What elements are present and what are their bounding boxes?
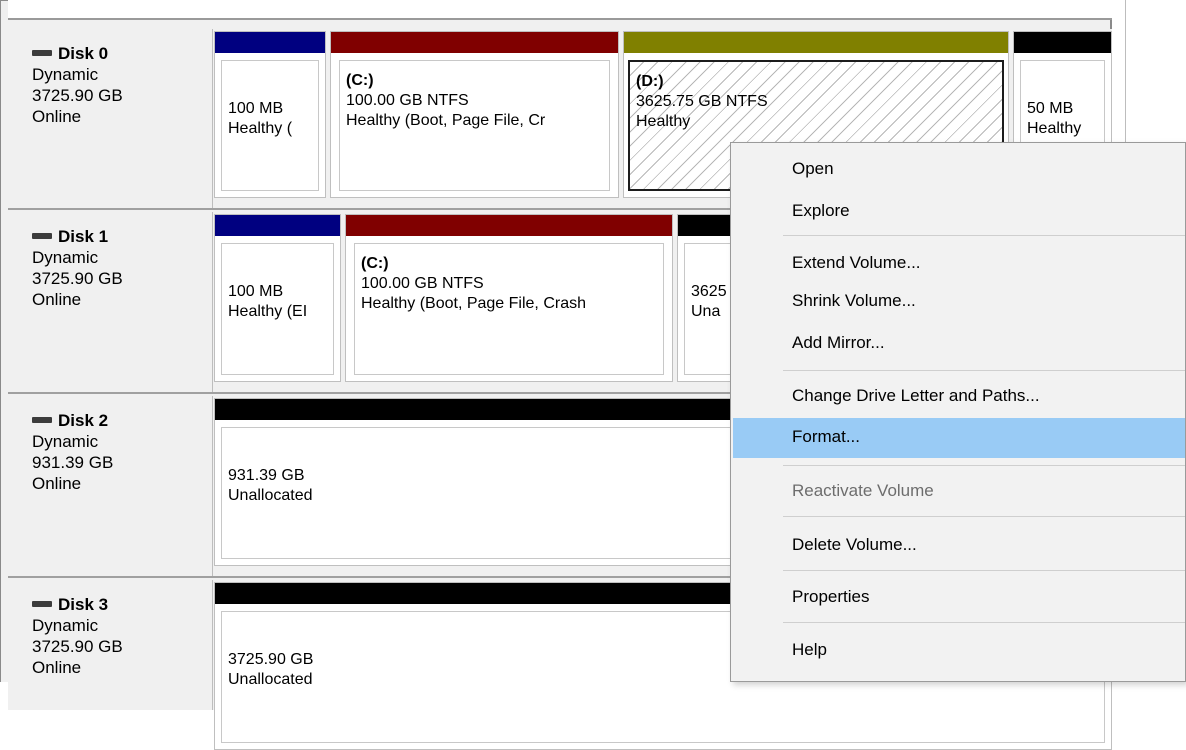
volume-color-bar <box>215 32 325 53</box>
volume-status: Healthy ( <box>228 120 293 137</box>
volume-color-bar <box>346 215 672 236</box>
disk-info[interactable]: Disk 0 Dynamic 3725.90 GB Online <box>8 29 213 208</box>
disk-icon <box>32 232 52 239</box>
disk-size: 3725.90 GB <box>32 637 123 656</box>
volume-size: 3625.75 GB NTFS <box>636 93 768 110</box>
menu-item-reactivate-volume: Reactivate Volume <box>792 481 934 500</box>
volume-label: (D:) <box>636 73 664 90</box>
volume-color-bar <box>215 215 340 236</box>
volume-status: Healthy <box>1027 120 1082 137</box>
volume-status: Healthy (Boot, Page File, Crash <box>361 295 586 312</box>
panel-top-strip <box>8 0 1112 20</box>
menu-item-properties[interactable]: Properties <box>733 580 1185 614</box>
volume-details[interactable]: (C:) 100.00 GB NTFS Healthy (Boot, Page … <box>339 60 610 191</box>
disk-icon <box>32 416 52 423</box>
volume-details[interactable]: 100 MB Healthy (EI <box>221 243 334 375</box>
menu-separator <box>783 570 1185 571</box>
volume-size: 100 MB <box>228 283 284 300</box>
menu-separator <box>783 370 1185 371</box>
volume-system-reserved[interactable]: 100 MB Healthy ( <box>214 31 326 198</box>
volume-size: 100 MB <box>228 100 284 117</box>
disk-info[interactable]: Disk 1 Dynamic 3725.90 GB Online <box>8 212 213 392</box>
disk-status: Online <box>32 658 82 677</box>
menu-item-change-drive-letter[interactable]: Change Drive Letter and Paths... <box>733 379 1185 413</box>
volume-status: Healthy (Boot, Page File, Cr <box>346 112 546 129</box>
volume-size: 100.00 GB NTFS <box>346 92 469 109</box>
disk-type: Dynamic <box>32 248 99 267</box>
menu-item-help[interactable]: Help <box>733 633 1185 667</box>
disk-icon <box>32 49 52 56</box>
volume-details[interactable]: (C:) 100.00 GB NTFS Healthy (Boot, Page … <box>354 243 664 375</box>
disk-name: Disk 0 <box>58 44 109 63</box>
disk-type: Dynamic <box>32 65 99 84</box>
disk-info[interactable]: Disk 2 Dynamic 931.39 GB Online <box>8 396 213 576</box>
disk-type: Dynamic <box>32 432 99 451</box>
menu-item-delete-volume[interactable]: Delete Volume... <box>733 528 1185 562</box>
disk-info[interactable]: Disk 3 Dynamic 3725.90 GB Online <box>8 580 213 710</box>
menu-item-extend-volume[interactable]: Extend Volume... <box>733 246 1185 280</box>
disk-type: Dynamic <box>32 616 99 635</box>
volume-context-menu: Open Explore Extend Volume... Shrink Vol… <box>730 142 1186 682</box>
disk-name: Disk 2 <box>58 411 109 430</box>
volume-c[interactable]: (C:) 100.00 GB NTFS Healthy (Boot, Page … <box>330 31 619 198</box>
volume-status: Healthy <box>636 113 691 130</box>
menu-item-explore[interactable]: Explore <box>733 194 1185 228</box>
volume-size: 50 MB <box>1027 100 1074 117</box>
volume-color-bar <box>1014 32 1111 53</box>
disk-status: Online <box>32 474 82 493</box>
menu-item-open[interactable]: Open <box>733 152 1185 186</box>
menu-item-format[interactable]: Format... <box>733 418 1185 458</box>
menu-item-add-mirror[interactable]: Add Mirror... <box>733 326 1185 360</box>
menu-separator <box>783 516 1185 517</box>
volume-system-reserved[interactable]: 100 MB Healthy (EI <box>214 214 341 382</box>
volume-label: (C:) <box>361 255 389 272</box>
disk-status: Online <box>32 290 82 309</box>
menu-item-shrink-volume[interactable]: Shrink Volume... <box>733 284 1185 318</box>
volume-color-bar <box>624 32 1008 53</box>
volume-label: (C:) <box>346 72 374 89</box>
disk-size: 3725.90 GB <box>32 86 123 105</box>
menu-separator <box>783 235 1185 236</box>
disk-name: Disk 3 <box>58 595 109 614</box>
volume-c[interactable]: (C:) 100.00 GB NTFS Healthy (Boot, Page … <box>345 214 673 382</box>
disk-status: Online <box>32 107 82 126</box>
volume-details[interactable]: 100 MB Healthy ( <box>221 60 319 191</box>
disk-size: 3725.90 GB <box>32 269 123 288</box>
disk-size: 931.39 GB <box>32 453 114 472</box>
volume-status: Healthy (EI <box>228 303 308 320</box>
volume-size: 100.00 GB NTFS <box>361 275 484 292</box>
disk-icon <box>32 600 52 607</box>
volume-color-bar <box>331 32 618 53</box>
disk-name: Disk 1 <box>58 227 109 246</box>
menu-separator <box>783 465 1185 466</box>
menu-separator <box>783 622 1185 623</box>
